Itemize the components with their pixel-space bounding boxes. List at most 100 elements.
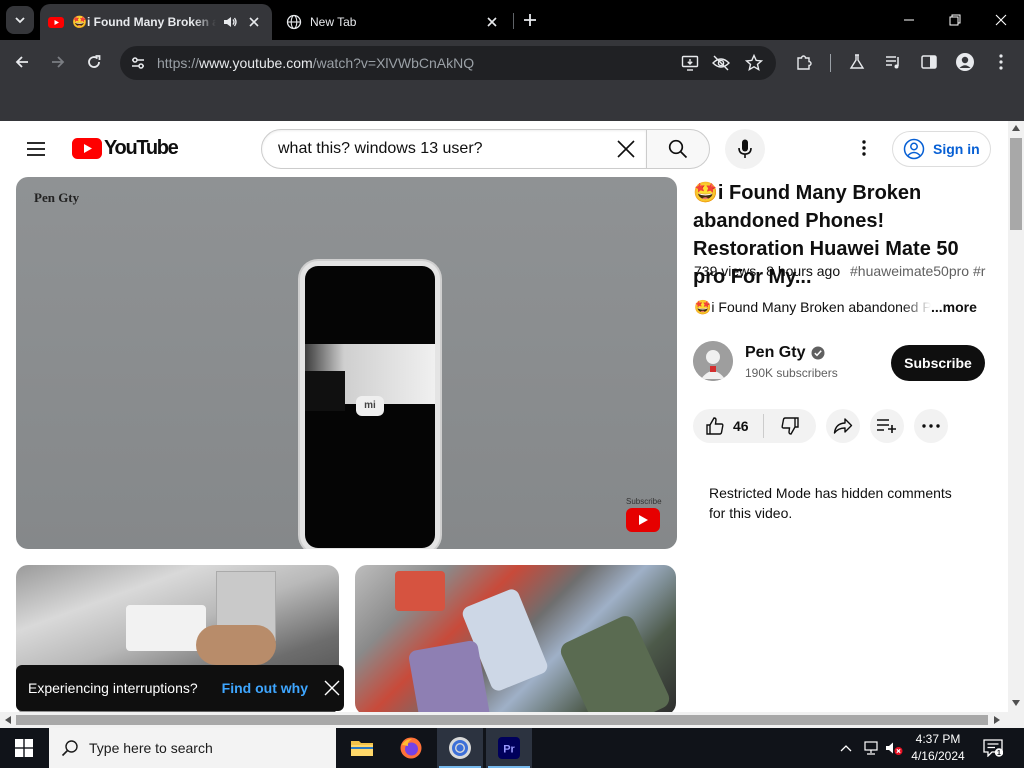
- taskbar-premiere-pro[interactable]: Pr: [486, 728, 532, 768]
- hashtags[interactable]: #huaweimate50pro #r: [850, 263, 985, 279]
- tab-new-tab[interactable]: New Tab: [278, 4, 510, 40]
- show-more-button[interactable]: ...more: [931, 299, 977, 316]
- more-horizontal-icon: [922, 424, 940, 428]
- speaker-muted-icon: [886, 742, 903, 755]
- scroll-down-arrow-icon[interactable]: [1012, 700, 1020, 706]
- search-button[interactable]: [646, 129, 710, 169]
- search-query-text[interactable]: what this? windows 13 user?: [278, 140, 610, 158]
- youtube-logo[interactable]: YouTube: [72, 137, 179, 160]
- description-snippet[interactable]: 🤩i Found Many Broken abandoned Phones ..…: [694, 299, 977, 316]
- side-panel-button[interactable]: [915, 48, 943, 76]
- guide-menu-button[interactable]: [20, 133, 52, 165]
- scroll-right-arrow-icon[interactable]: [994, 716, 1000, 724]
- toolbar-divider: [830, 54, 831, 72]
- youtube-logo-icon: [72, 138, 102, 159]
- show-hidden-icons-button[interactable]: [836, 738, 856, 758]
- recommended-video-thumbnail[interactable]: [355, 565, 676, 712]
- voice-search-button[interactable]: [725, 129, 765, 169]
- channel-avatar[interactable]: [693, 341, 733, 381]
- extensions-button[interactable]: [790, 48, 818, 76]
- tab-separator: [513, 13, 514, 29]
- eye-off-icon: [712, 55, 730, 71]
- chevron-down-icon: [15, 17, 25, 24]
- notification-icon: 1: [983, 739, 1003, 757]
- reload-button[interactable]: [80, 48, 108, 76]
- firefox-icon: [400, 737, 422, 759]
- chrome-menu-button[interactable]: [987, 48, 1015, 76]
- subscribe-watermark-button[interactable]: Subscribe: [626, 497, 662, 532]
- profile-button[interactable]: [951, 48, 979, 76]
- site-info-button[interactable]: [123, 48, 153, 78]
- channel-name-link[interactable]: Pen Gty: [745, 344, 825, 362]
- restore-icon: [949, 14, 961, 26]
- phone-image: mi: [300, 261, 440, 549]
- share-button[interactable]: [826, 409, 860, 443]
- vertical-scrollbar[interactable]: [1008, 121, 1024, 712]
- toolbar-spacer: [0, 84, 1024, 121]
- toast-message: Experiencing interruptions?: [28, 680, 198, 696]
- scroll-up-arrow-icon[interactable]: [1012, 125, 1020, 131]
- account-circle-icon: [903, 138, 925, 160]
- install-app-button[interactable]: [677, 50, 703, 76]
- window-close-button[interactable]: [978, 0, 1024, 40]
- premiere-pro-icon: Pr: [498, 737, 520, 759]
- notification-count: 1: [997, 750, 1001, 757]
- tracking-protection-button[interactable]: [708, 50, 734, 76]
- phone-screen: mi: [305, 266, 435, 548]
- toast-close-button[interactable]: [322, 678, 342, 698]
- subscribe-button[interactable]: Subscribe: [891, 345, 985, 381]
- taskbar-firefox[interactable]: [388, 728, 434, 768]
- search-input[interactable]: what this? windows 13 user?: [261, 129, 647, 169]
- taskbar-search-box[interactable]: Type here to search: [49, 728, 336, 768]
- tab-youtube-video[interactable]: 🤩i Found Many Broken abandoned Phones! R…: [40, 4, 272, 40]
- volume-button[interactable]: [884, 738, 904, 758]
- side-panel-icon: [921, 55, 937, 69]
- taskbar-chrome[interactable]: [437, 728, 483, 768]
- search-icon: [668, 139, 688, 159]
- media-controls-button[interactable]: [879, 48, 907, 76]
- horizontal-scrollbar[interactable]: [0, 712, 1024, 728]
- video-player[interactable]: Pen Gty mi Subscribe: [16, 177, 677, 549]
- dislike-button[interactable]: [764, 409, 816, 443]
- horizontal-scroll-thumb[interactable]: [16, 715, 988, 725]
- plus-icon: [524, 14, 536, 26]
- labs-button[interactable]: [843, 48, 871, 76]
- avatar-image: [693, 341, 733, 381]
- network-button[interactable]: [861, 738, 881, 758]
- arrow-right-icon: [52, 56, 65, 68]
- share-icon: [833, 418, 853, 434]
- like-count: 46: [733, 418, 749, 434]
- url-scheme: https://: [157, 55, 200, 71]
- verified-check-icon: [811, 346, 825, 360]
- like-button[interactable]: 46: [693, 409, 763, 443]
- taskbar-file-explorer[interactable]: [339, 728, 385, 768]
- save-to-playlist-button[interactable]: [870, 409, 904, 443]
- back-button[interactable]: [8, 48, 36, 76]
- bookmark-button[interactable]: [741, 50, 767, 76]
- new-tab-button[interactable]: [519, 9, 541, 31]
- taskbar-clock[interactable]: 4:37 PM 4/16/2024: [906, 731, 970, 765]
- channel-name: Pen Gty: [745, 344, 806, 361]
- scroll-left-arrow-icon[interactable]: [5, 716, 11, 724]
- clock-time: 4:37 PM: [915, 732, 961, 746]
- clock-date: 4/16/2024: [911, 749, 965, 763]
- queue-music-icon: [886, 56, 899, 69]
- find-out-why-link[interactable]: Find out why: [222, 680, 308, 696]
- tab-close-button[interactable]: [482, 12, 502, 32]
- hamburger-menu-icon: [27, 142, 45, 156]
- tab-search-button[interactable]: [6, 6, 34, 34]
- minimize-button[interactable]: [886, 0, 932, 40]
- forward-button[interactable]: [44, 48, 72, 76]
- vertical-scroll-thumb[interactable]: [1010, 138, 1022, 230]
- tab-close-button[interactable]: [244, 12, 264, 32]
- more-actions-button[interactable]: [914, 409, 948, 443]
- restore-button[interactable]: [932, 0, 978, 40]
- speaker-icon[interactable]: [222, 14, 238, 30]
- start-button[interactable]: [0, 728, 48, 768]
- sign-in-button[interactable]: Sign in: [892, 131, 991, 167]
- notifications-button[interactable]: 1: [980, 736, 1006, 760]
- clear-search-button[interactable]: [610, 133, 642, 165]
- play-icon: [639, 515, 648, 525]
- video-metadata: 739 views 8 hours ago #huaweimate50pro #…: [694, 263, 994, 279]
- settings-menu-button[interactable]: [851, 135, 877, 161]
